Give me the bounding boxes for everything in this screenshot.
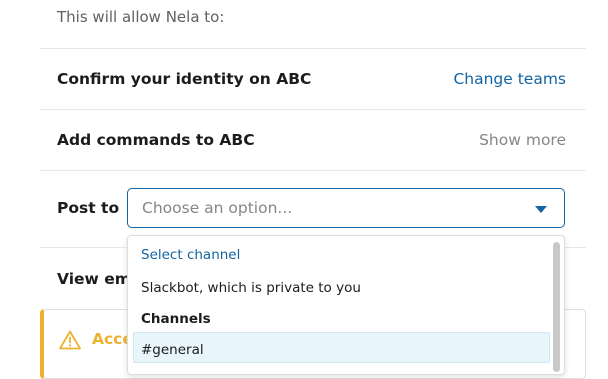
channel-option-general[interactable]: #general — [141, 342, 204, 358]
show-more-link[interactable]: Show more — [479, 131, 566, 149]
divider — [40, 170, 586, 171]
post-to-placeholder: Choose an option... — [142, 199, 293, 217]
dropdown-scrollbar[interactable] — [553, 242, 560, 372]
change-teams-link[interactable]: Change teams — [453, 70, 566, 88]
identity-permission-label: Confirm your identity on ABC — [57, 70, 312, 88]
slackbot-option[interactable]: Slackbot, which is private to you — [141, 280, 361, 296]
divider — [40, 48, 586, 49]
caret-down-icon[interactable] — [535, 206, 547, 213]
select-channel-option[interactable]: Select channel — [141, 247, 240, 263]
channel-dropdown[interactable]: Select channel Slackbot, which is privat… — [127, 235, 565, 375]
channels-header: Channels — [141, 311, 211, 327]
post-to-label: Post to — [57, 199, 120, 217]
commands-permission-label: Add commands to ABC — [57, 131, 255, 149]
warning-icon — [59, 330, 81, 350]
intro-text: This will allow Nela to: — [57, 8, 225, 26]
post-to-select[interactable]: Choose an option... — [127, 188, 565, 228]
divider — [40, 109, 586, 110]
